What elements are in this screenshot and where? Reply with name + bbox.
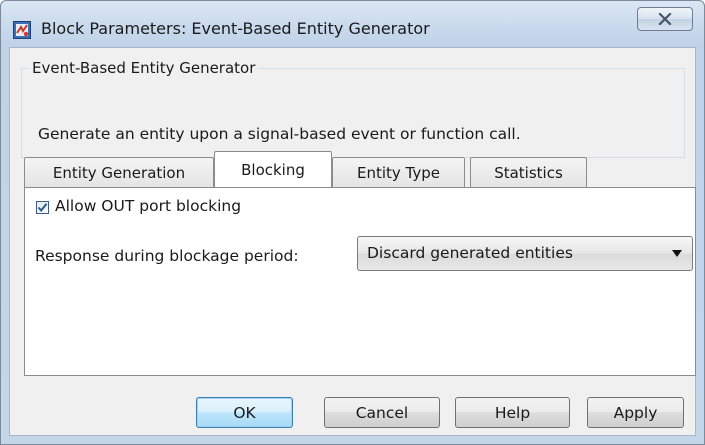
help-button-label: Help	[494, 403, 531, 422]
block-description-group: Event-Based Entity Generator Generate an…	[21, 59, 685, 158]
dropdown-arrow-icon	[672, 250, 682, 257]
tab-blocking[interactable]: Blocking	[214, 151, 332, 187]
tab-statistics[interactable]: Statistics	[470, 157, 587, 187]
apply-button-label: Apply	[613, 403, 658, 422]
help-button[interactable]: Help	[455, 397, 570, 428]
checkmark-icon	[37, 203, 48, 213]
dialog-client-area: Event-Based Entity Generator Generate an…	[9, 47, 696, 436]
tab-entity-type[interactable]: Entity Type	[332, 157, 465, 187]
tab-label: Statistics	[494, 163, 563, 182]
simulink-block-icon	[13, 21, 31, 39]
close-icon	[658, 13, 672, 25]
window-title: Block Parameters: Event-Based Entity Gen…	[41, 19, 430, 38]
tab-label: Blocking	[241, 160, 305, 179]
tab-label: Entity Generation	[52, 163, 186, 182]
title-bar[interactable]: Block Parameters: Event-Based Entity Gen…	[1, 1, 704, 47]
group-title: Event-Based Entity Generator	[29, 59, 259, 77]
ok-button-label: OK	[233, 403, 256, 422]
allow-out-port-blocking-label[interactable]: Allow OUT port blocking	[55, 197, 241, 215]
block-description: Generate an entity upon a signal-based e…	[38, 125, 521, 143]
dialog-window: Block Parameters: Event-Based Entity Gen…	[0, 0, 705, 445]
response-dropdown[interactable]: Discard generated entities	[357, 236, 693, 271]
apply-button[interactable]: Apply	[587, 397, 684, 428]
response-selected-value: Discard generated entities	[367, 244, 573, 262]
ok-button[interactable]: OK	[196, 397, 293, 428]
close-button[interactable]	[637, 7, 693, 31]
tab-entity-generation[interactable]: Entity Generation	[24, 157, 214, 187]
cancel-button-label: Cancel	[355, 403, 409, 422]
allow-out-port-blocking-checkbox[interactable]	[36, 201, 49, 214]
blocking-tab-panel: Allow OUT port blocking Response during …	[24, 187, 696, 376]
response-label: Response during blockage period:	[35, 247, 299, 265]
tab-label: Entity Type	[356, 163, 440, 182]
cancel-button[interactable]: Cancel	[324, 397, 440, 428]
